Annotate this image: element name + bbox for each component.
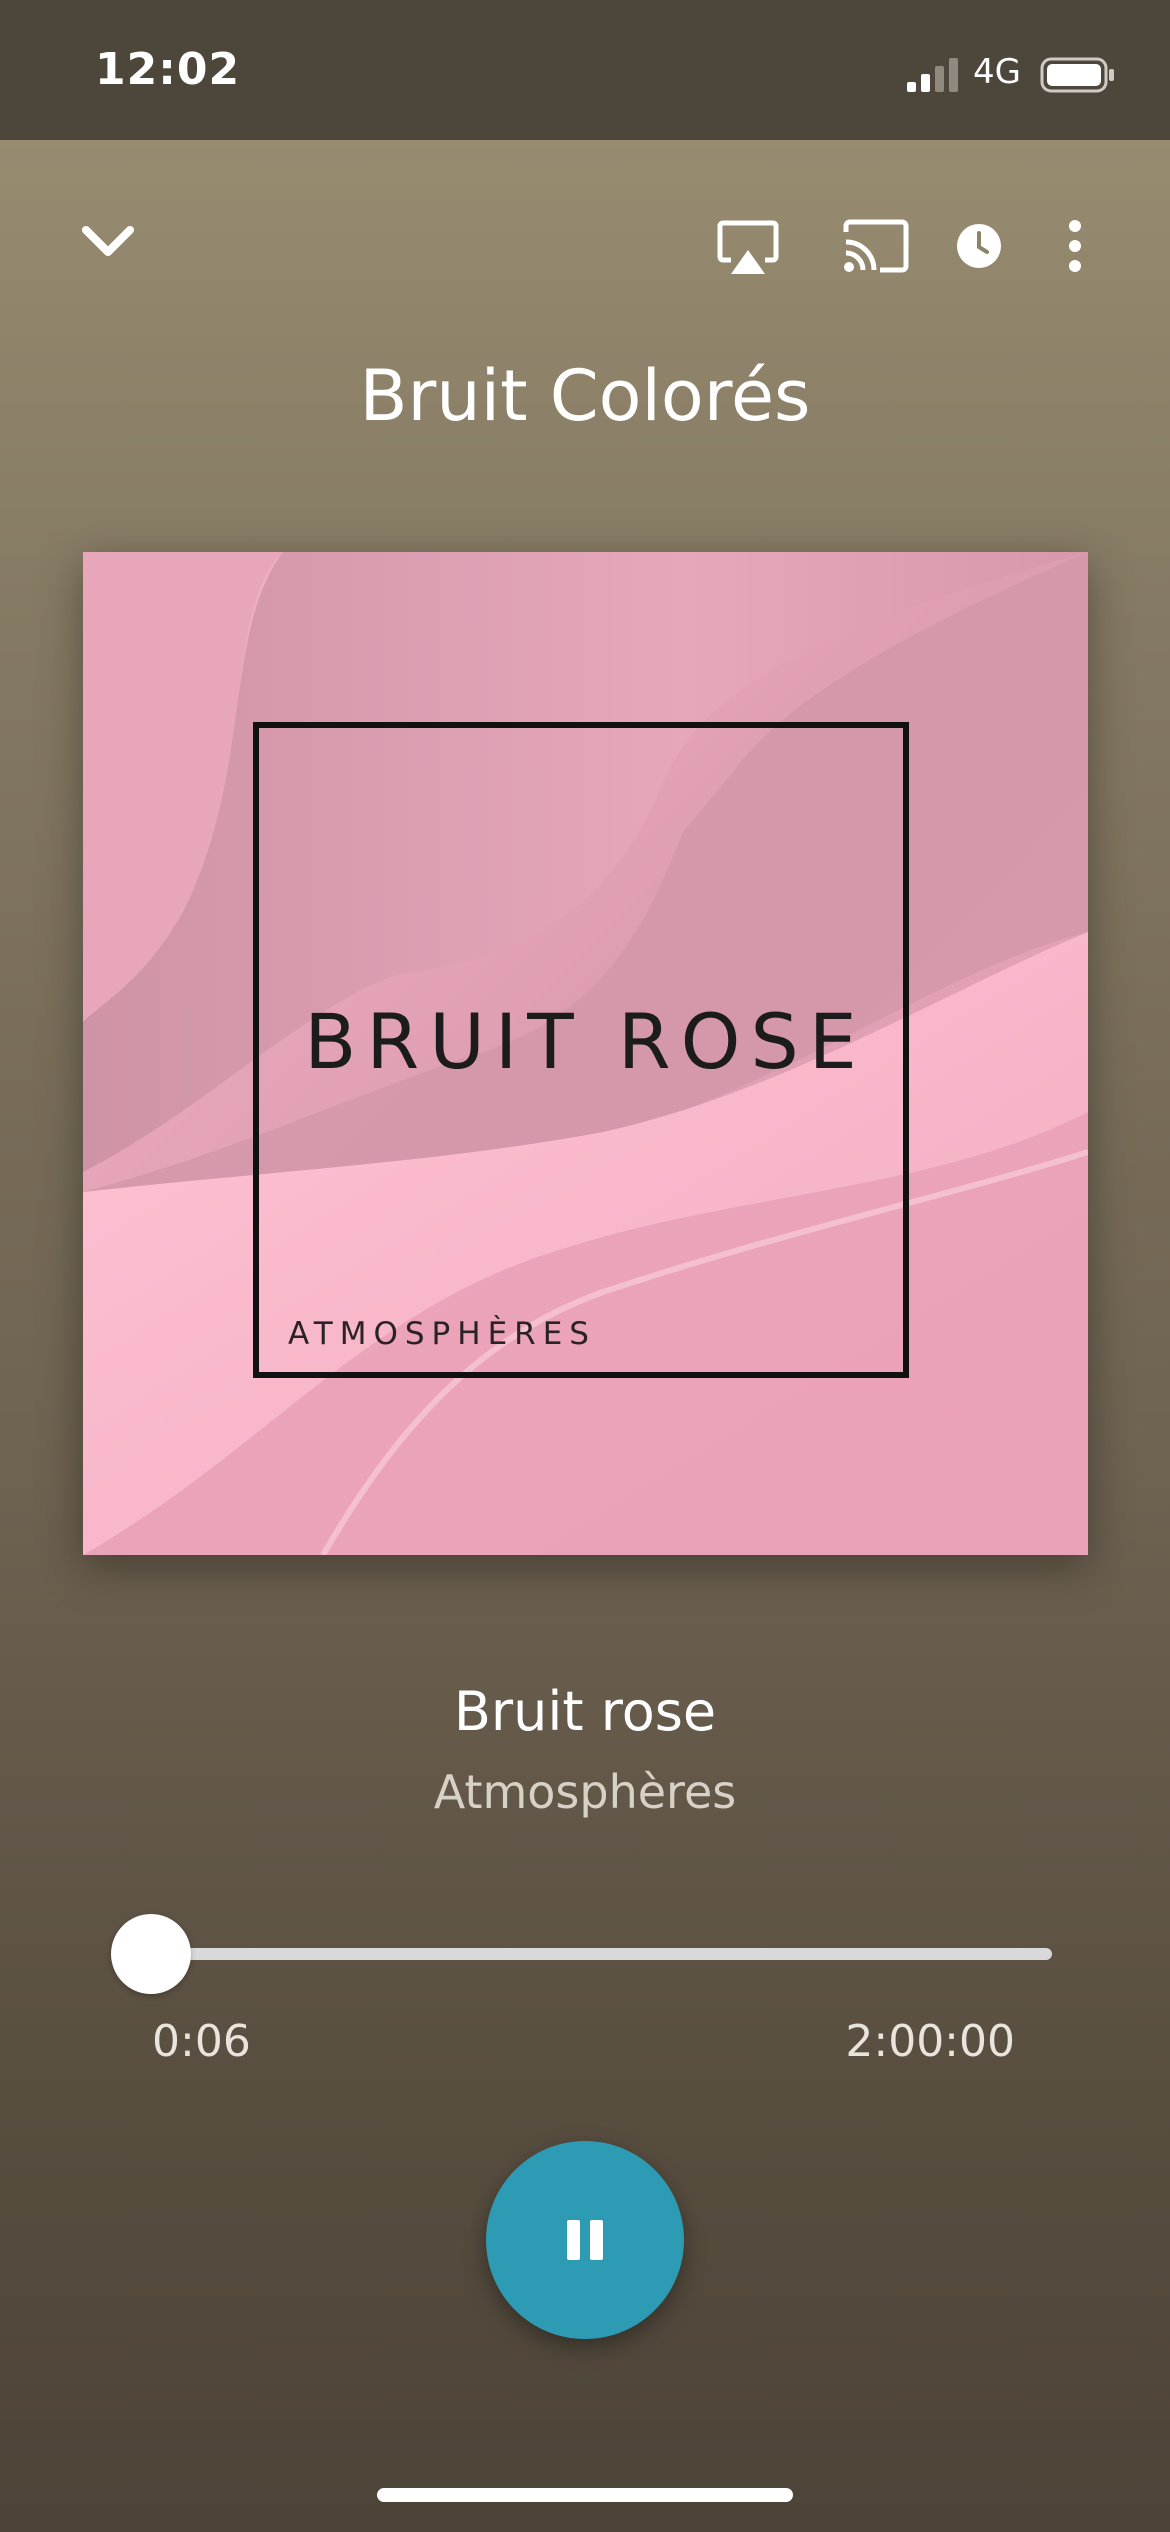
airplay-icon[interactable] bbox=[717, 220, 779, 276]
artwork-title: BRUIT ROSE bbox=[304, 997, 867, 1086]
battery-icon bbox=[1040, 57, 1114, 93]
total-time: 2:00:00 bbox=[845, 2016, 1015, 2067]
pause-icon bbox=[567, 2220, 580, 2260]
status-time: 12:02 bbox=[95, 44, 241, 95]
clock-icon[interactable] bbox=[956, 223, 1002, 269]
track-artist: Atmosphères bbox=[433, 1765, 737, 1819]
cast-icon[interactable] bbox=[842, 218, 910, 274]
now-playing-screen: 12:02 4G Bruit Colorés BRUIT ROSE ATMOSP… bbox=[0, 0, 1170, 2532]
network-type: 4G bbox=[973, 52, 1021, 92]
home-indicator[interactable] bbox=[377, 2488, 793, 2502]
progress-thumb[interactable] bbox=[110, 1914, 191, 1994]
track-title: Bruit rose bbox=[453, 1680, 717, 1743]
pause-icon bbox=[590, 2220, 603, 2260]
elapsed-time: 0:06 bbox=[152, 2016, 251, 2067]
pause-button[interactable] bbox=[486, 2141, 684, 2339]
playlist-title: Bruit Colorés bbox=[359, 355, 811, 437]
chevron-down-icon[interactable] bbox=[80, 222, 136, 262]
artwork-subtitle: ATMOSPHÈRES bbox=[288, 1316, 596, 1352]
progress-slider[interactable] bbox=[110, 1914, 1052, 1994]
album-artwork: BRUIT ROSE ATMOSPHÈRES bbox=[83, 552, 1088, 1555]
status-bar: 12:02 4G bbox=[0, 0, 1170, 140]
cellular-signal-icon bbox=[907, 58, 958, 92]
progress-track[interactable] bbox=[150, 1948, 1052, 1960]
more-vertical-icon[interactable] bbox=[1064, 218, 1086, 274]
